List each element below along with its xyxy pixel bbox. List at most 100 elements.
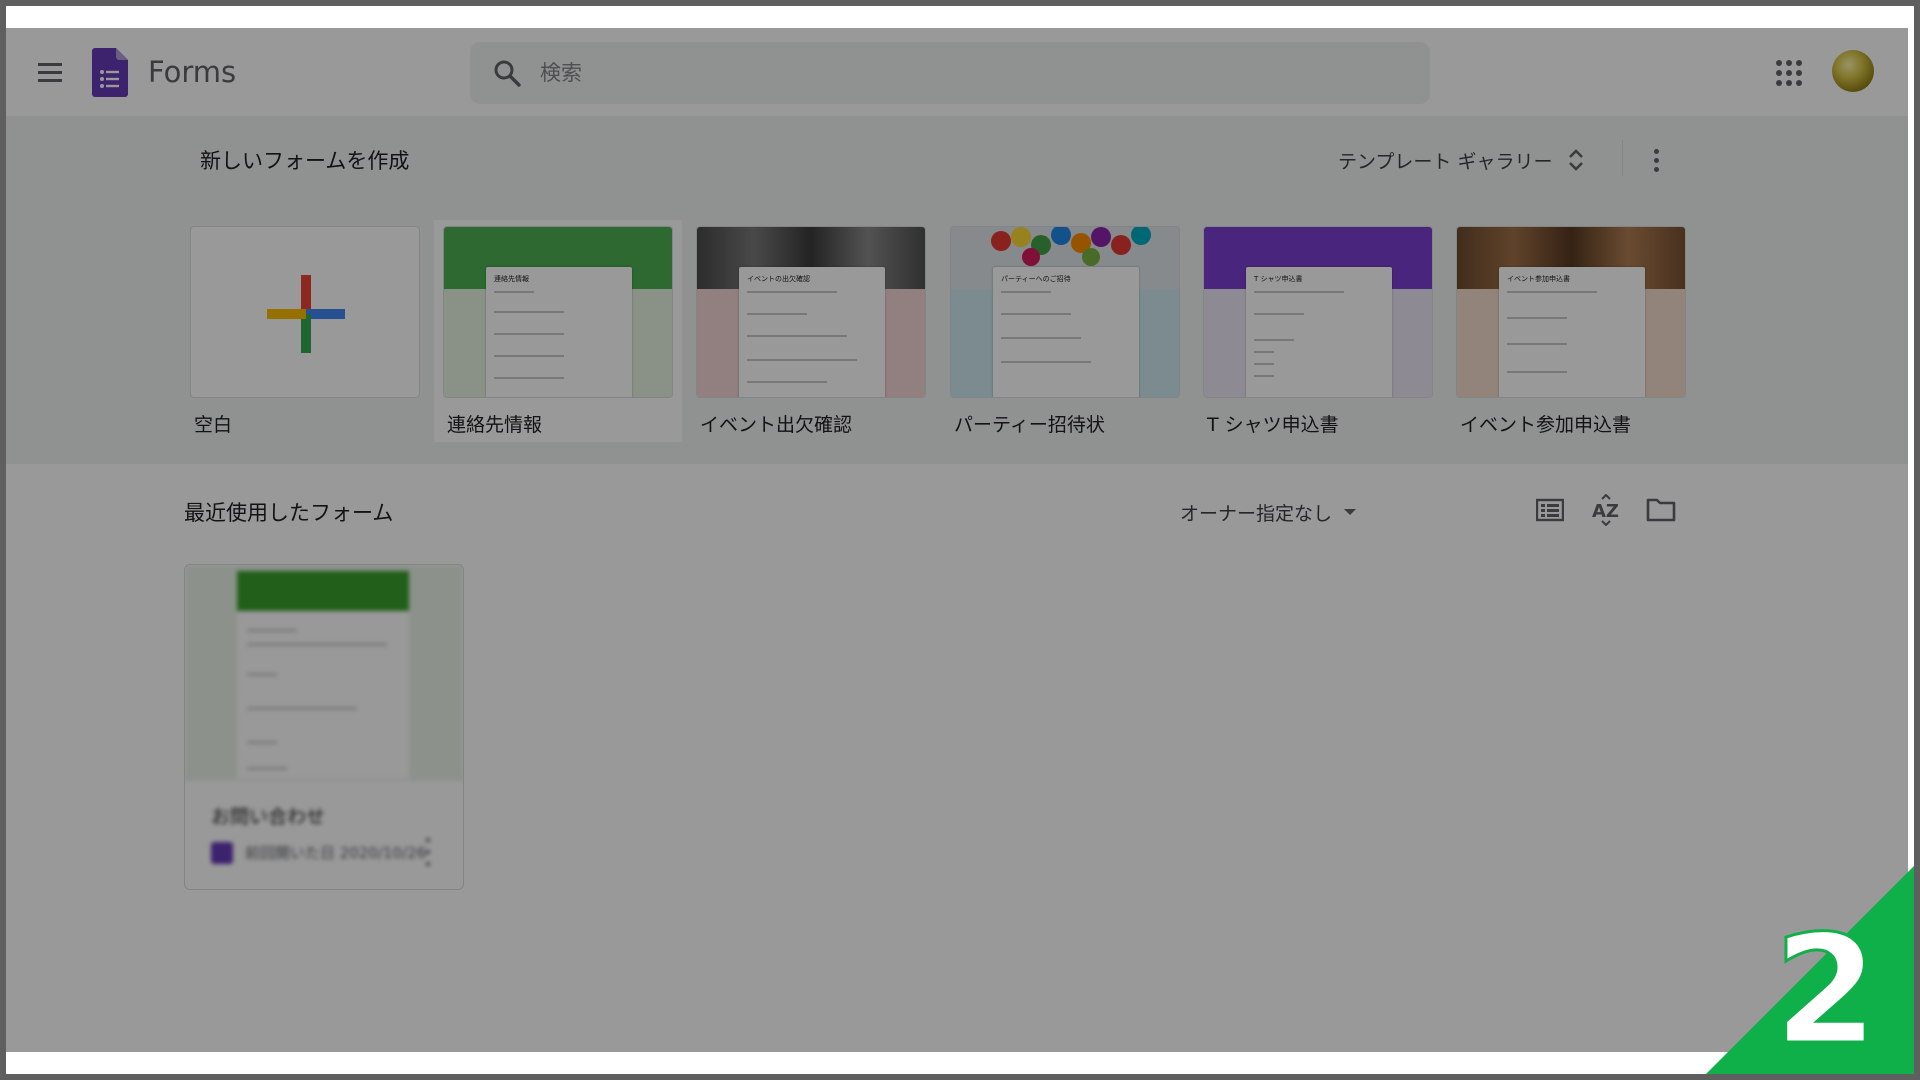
- thumbnail-line: [747, 381, 827, 383]
- template-thumbnail[interactable]: イベント参加申込書: [1456, 226, 1686, 398]
- template-section: 新しいフォームを作成 テンプレート ギャラリー 空白 連絡先情報 連絡先情報 イ…: [6, 116, 1908, 464]
- thumbnail-line: [1254, 351, 1274, 353]
- thumbnail-line: [1254, 363, 1274, 365]
- thumbnail-header: [237, 571, 409, 611]
- forms-file-icon: [211, 842, 233, 864]
- thumbnail-form-page: イベントの出欠確認: [739, 267, 885, 397]
- thumbnail-line: [1001, 337, 1081, 339]
- thumbnail-line: [1507, 317, 1567, 319]
- more-vert-icon: [426, 862, 430, 866]
- thumbnail-line: [1254, 291, 1344, 293]
- template-label: イベント出欠確認: [700, 414, 853, 436]
- unfold-more-icon: [1569, 149, 1584, 171]
- template-thumbnail[interactable]: 連絡先情報: [443, 226, 673, 398]
- template-label: 連絡先情報: [447, 414, 543, 436]
- step-number: 2: [1774, 904, 1878, 1074]
- apps-grid-icon: [1786, 70, 1792, 76]
- template-thumbnail[interactable]: T シャツ申込書: [1203, 226, 1433, 398]
- folder-icon[interactable]: [1646, 496, 1676, 522]
- apps-grid-icon: [1796, 70, 1802, 76]
- app-title[interactable]: Forms: [148, 52, 236, 92]
- search-bar[interactable]: [470, 42, 1430, 104]
- template-label: 空白: [194, 414, 233, 436]
- thumbnail-form-title: T シャツ申込書: [1254, 275, 1303, 283]
- recent-forms-title: 最近使用したフォーム: [184, 501, 394, 525]
- thumbnail-line: [1507, 371, 1567, 373]
- more-vert-icon: [426, 850, 430, 854]
- top-bar: Forms: [6, 28, 1908, 116]
- thumbnail-line: [494, 311, 564, 313]
- thumbnail-line: [494, 377, 564, 379]
- thumbnail-form-page: 連絡先情報: [486, 267, 632, 397]
- template-label: パーティー招待状: [954, 414, 1105, 436]
- more-vert-icon: [1653, 166, 1659, 172]
- more-vert-icon: [1653, 148, 1659, 154]
- more-vert-icon: [426, 838, 430, 842]
- thumbnail-form-page: T シャツ申込書: [1246, 267, 1392, 397]
- template-thumbnail[interactable]: イベントの出欠確認: [696, 226, 926, 398]
- thumbnail-line: [247, 767, 287, 770]
- apps-grid-icon: [1786, 80, 1792, 86]
- step-number-badge: 2: [1706, 866, 1914, 1074]
- thumbnail-form-title: イベント参加申込書: [1507, 275, 1570, 283]
- sort-az-icon[interactable]: AZ: [1590, 494, 1622, 526]
- create-form-title: 新しいフォームを作成: [200, 149, 410, 173]
- thumbnail-line: [1254, 375, 1274, 377]
- list-view-icon[interactable]: [1536, 498, 1564, 522]
- search-input[interactable]: [540, 42, 1400, 104]
- apps-grid-icon: [1786, 60, 1792, 66]
- recent-form-name[interactable]: お問い合わせ: [211, 802, 325, 829]
- thumbnail-form-page: イベント参加申込書: [1499, 267, 1645, 397]
- apps-grid-icon: [1776, 70, 1782, 76]
- thumbnail-line: [747, 291, 837, 293]
- apps-grid-icon: [1776, 60, 1782, 66]
- recent-form-more-button[interactable]: [425, 838, 431, 866]
- thumbnail-line: [1254, 339, 1294, 341]
- recent-form-last-opened: 前回開いた日 2020/10/26: [245, 844, 427, 862]
- google-forms-logo-icon[interactable]: [92, 48, 128, 97]
- menu-icon: [38, 62, 62, 66]
- thumbnail-line: [747, 313, 807, 315]
- search-icon[interactable]: [492, 58, 522, 88]
- screenshot-frame: Forms 新しいフォームを作成 テンプレート ギャラリー: [6, 6, 1914, 1074]
- owner-filter-label: オーナー指定なし: [1180, 502, 1333, 525]
- thumbnail-line: [747, 359, 857, 361]
- owner-filter-dropdown[interactable]: オーナー指定なし: [1180, 494, 1357, 530]
- thumbnail-line: [494, 355, 564, 357]
- forms-app: Forms 新しいフォームを作成 テンプレート ギャラリー: [6, 28, 1908, 1052]
- thumbnail-line: [1001, 291, 1051, 293]
- main-menu-button[interactable]: [32, 54, 68, 90]
- thumbnail-line: [494, 291, 534, 293]
- thumbnail-line: [247, 629, 297, 632]
- thumbnail-line: [747, 335, 847, 337]
- account-avatar[interactable]: [1832, 50, 1874, 92]
- apps-grid-icon: [1796, 80, 1802, 86]
- thumbnail-line: [1001, 313, 1071, 315]
- template-label: T シャツ申込書: [1207, 414, 1339, 436]
- thumbnail-line: [494, 333, 564, 335]
- template-more-button[interactable]: [1644, 140, 1668, 180]
- thumbnail-form-title: イベントの出欠確認: [747, 275, 810, 283]
- thumbnail-line: [1001, 361, 1091, 363]
- thumbnail-line: [247, 643, 387, 646]
- arrow-drop-down-icon: [1344, 509, 1357, 515]
- thumbnail-form-title: 連絡先情報: [494, 275, 529, 283]
- menu-icon: [38, 70, 62, 74]
- recent-form-card[interactable]: お問い合わせ 前回開いた日 2020/10/26: [184, 564, 464, 890]
- apps-grid-icon: [1776, 80, 1782, 86]
- recent-form-thumbnail[interactable]: [185, 565, 463, 779]
- template-gallery-button[interactable]: テンプレート ギャラリー: [1338, 140, 1586, 180]
- thumbnail-form-page: [237, 611, 409, 779]
- thumbnail-line: [247, 741, 277, 744]
- thumbnail-form-title: パーティーへのご招待: [1001, 275, 1071, 283]
- template-thumbnail[interactable]: パーティーへのご招待: [950, 226, 1180, 398]
- template-gallery-label: テンプレート ギャラリー: [1338, 150, 1553, 173]
- template-thumbnail[interactable]: [190, 226, 420, 398]
- thumbnail-form-page: パーティーへのご招待: [993, 267, 1139, 397]
- plus-icon: [267, 275, 345, 353]
- thumbnail-line: [1507, 291, 1597, 293]
- template-label: イベント参加申込書: [1460, 414, 1632, 436]
- sort-az-label: AZ: [1592, 501, 1619, 522]
- google-apps-button[interactable]: [1772, 56, 1802, 86]
- thumbnail-line: [247, 707, 357, 710]
